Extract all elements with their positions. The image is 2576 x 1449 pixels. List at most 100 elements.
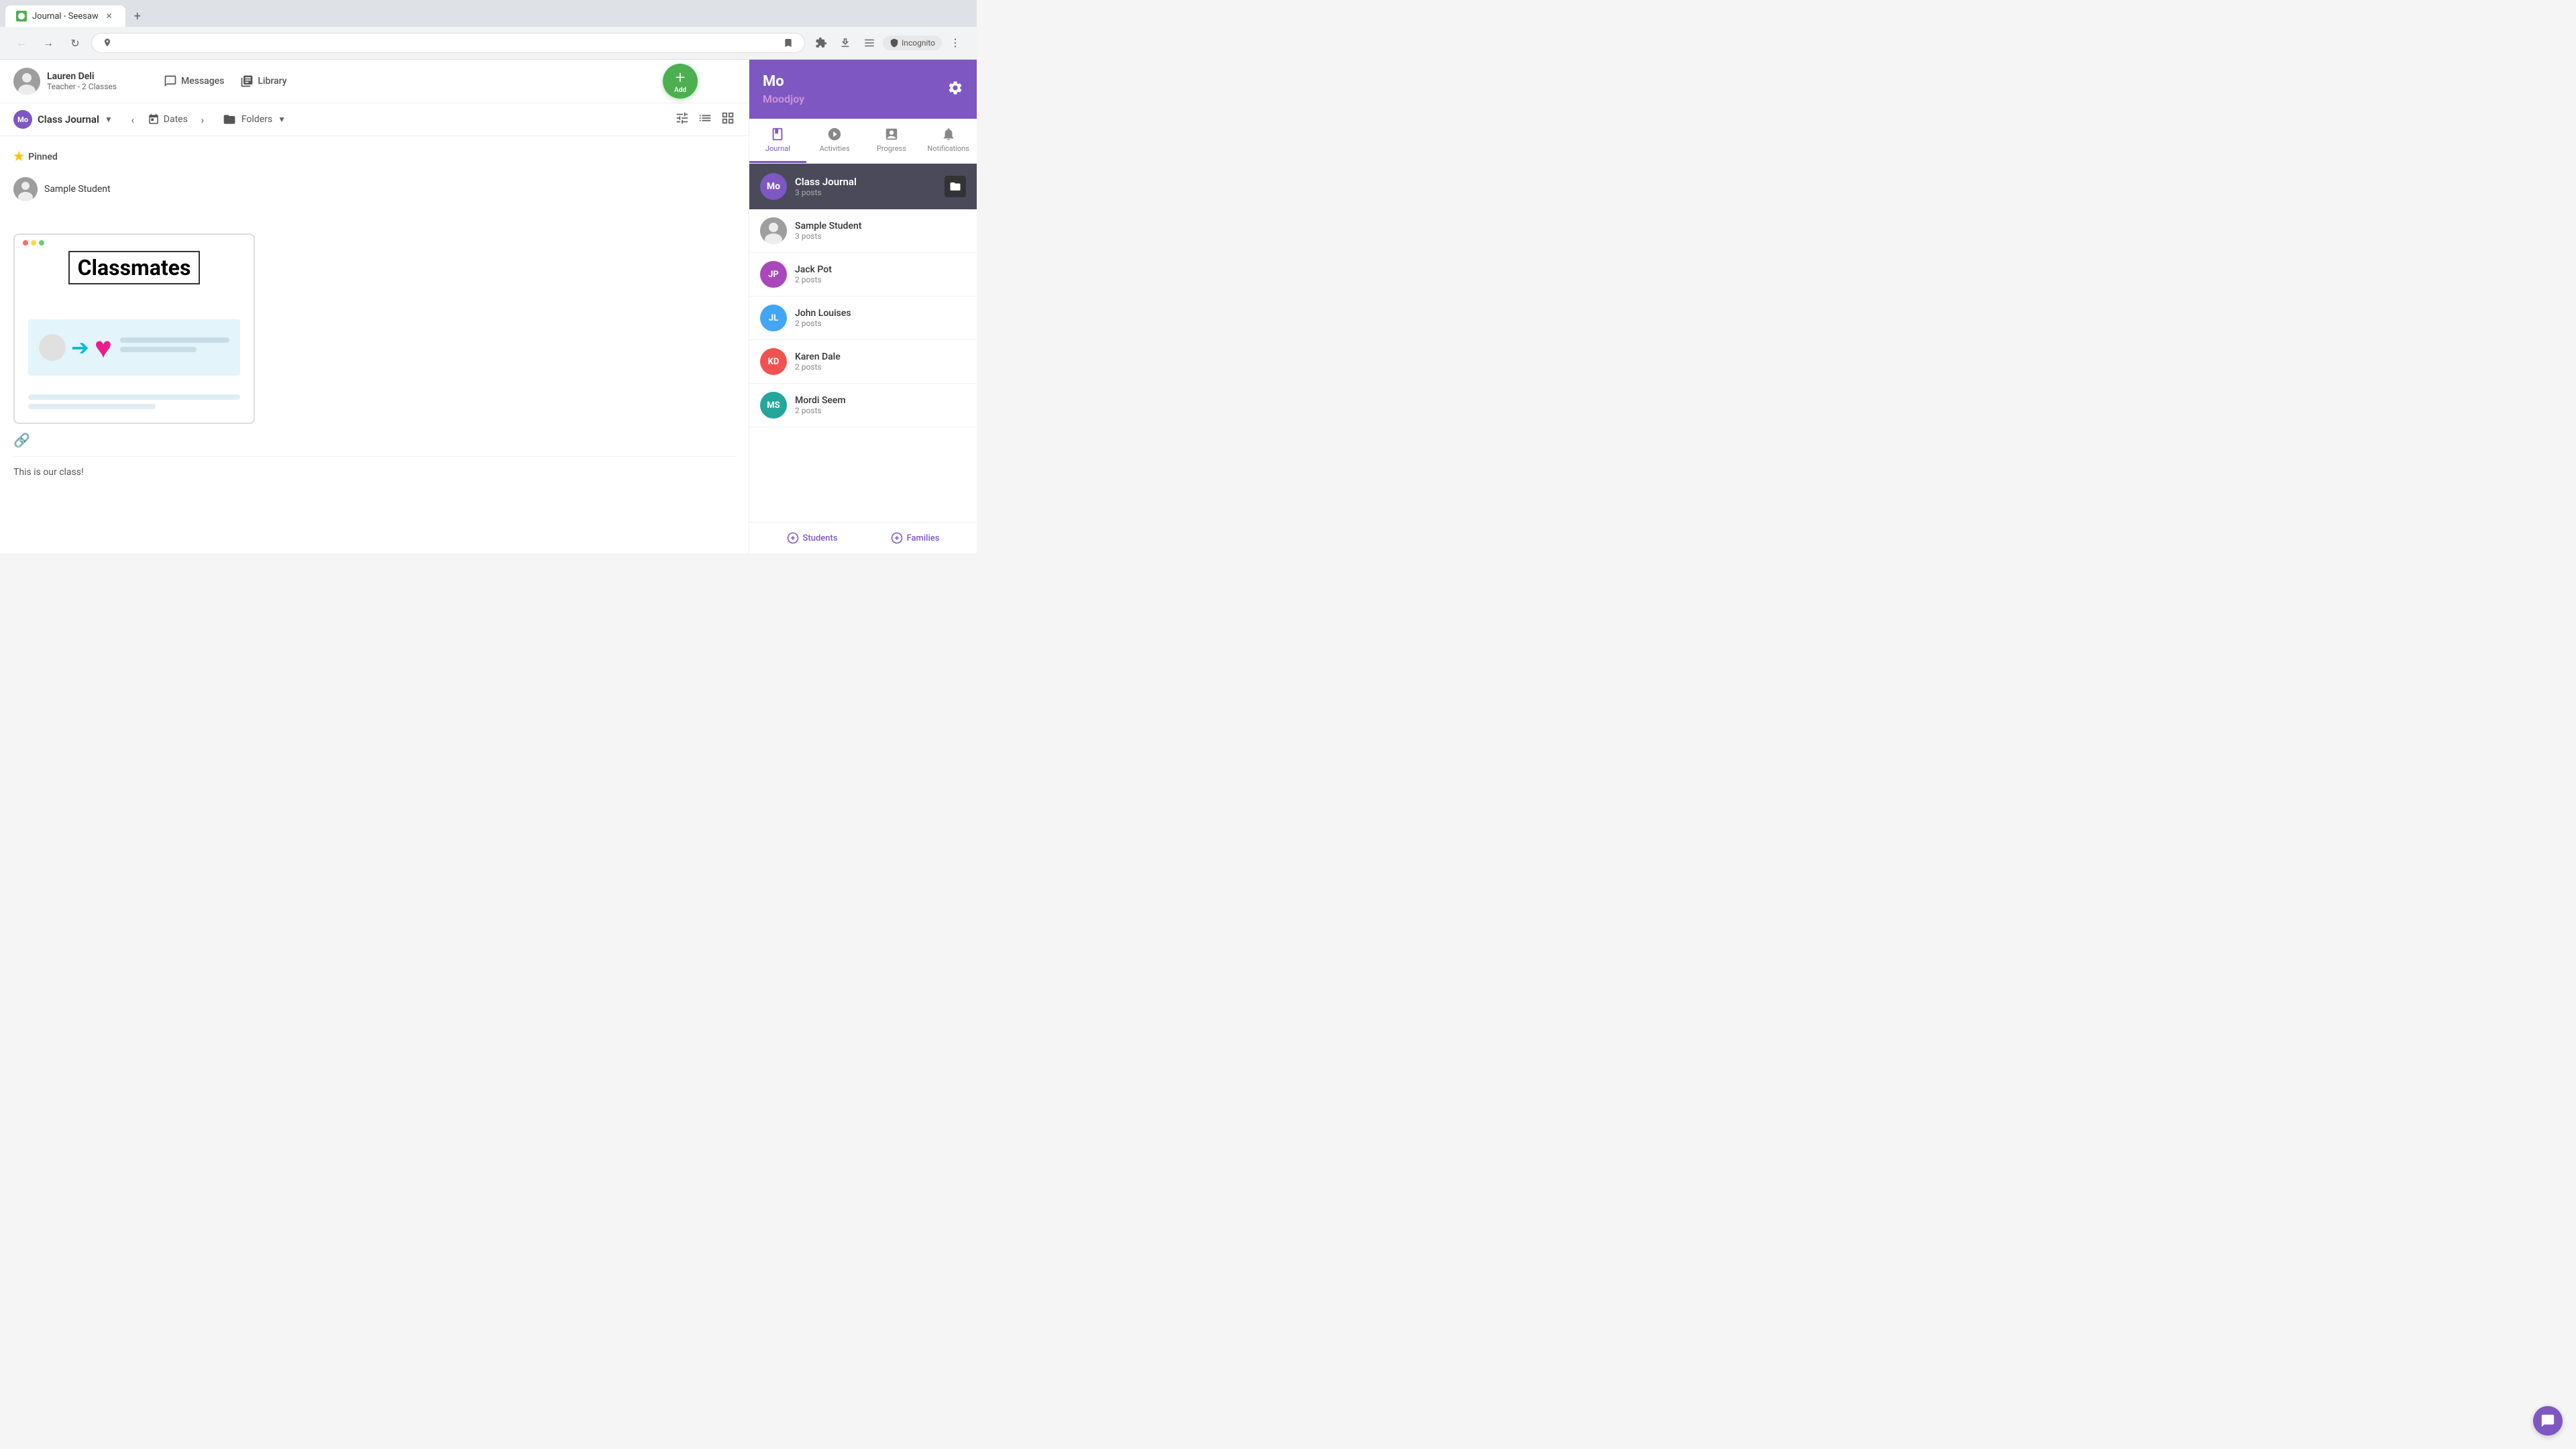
card-dots [15,235,254,251]
class-selector[interactable]: Mo Class Journal ▼ [13,110,113,129]
student-info-ss: Sample Student 3 posts [795,221,966,241]
student-list-item[interactable]: KD Karen Dale 2 posts [749,340,977,384]
class-journal-name: Class Journal [38,113,99,125]
list-view-button[interactable] [698,111,712,128]
extensions-button[interactable] [810,32,832,54]
student-list-item[interactable]: Sample Student 3 posts [749,209,977,253]
class-journal-info: Class Journal 3 posts [795,176,936,197]
student-avatar-jp: JP [760,261,787,288]
address-bar[interactable]: app.seesaw.me/#/class/class.e01bf4c2-9a2… [91,33,805,53]
tab-notifications[interactable]: Notifications [920,119,977,163]
tab-favicon [16,11,27,21]
card-inner: Classmates ➔ ♥ [15,251,254,423]
menu-button[interactable] [945,32,966,54]
folders-nav[interactable]: Folders ▼ [223,113,286,126]
back-button[interactable]: ← [11,32,32,54]
arrow-right-icon: ➔ [71,335,89,360]
refresh-button[interactable]: ↻ [64,32,86,54]
app-layout: Lauren Deli Teacher - 2 Classes Messages… [0,60,977,553]
student-list-item[interactable]: JP Jack Pot 2 posts [749,253,977,297]
dot-yellow [31,240,36,246]
chat-bubble-button[interactable] [2533,1406,2563,1436]
post-description: This is our class! [13,467,84,478]
student-info-ms: Mordi Seem 2 posts [795,395,966,415]
tab-bar: Journal - Seesaw ✕ + [0,0,977,27]
student-list-item[interactable]: MS Mordi Seem 2 posts [749,384,977,427]
add-button[interactable]: + Add [663,64,698,99]
url-input[interactable]: app.seesaw.me/#/class/class.e01bf4c2-9a2… [117,38,777,48]
post-card: Classmates ➔ ♥ [13,233,255,448]
card-lines [120,337,229,358]
person-silhouette [39,334,66,361]
user-avatar [13,68,40,95]
messages-nav-item[interactable]: Messages [164,74,224,88]
class-dropdown-arrow: ▼ [105,115,113,124]
new-tab-button[interactable]: + [128,7,147,25]
main-content: Lauren Deli Teacher - 2 Classes Messages… [0,60,749,553]
sidebar-class-info: Mo Moodjoy [763,73,804,105]
student-list-item[interactable]: JL John Louises 2 posts [749,297,977,340]
tab-notifications-label: Notifications [927,144,969,153]
students-button[interactable]: Students [787,532,838,544]
app-header: Lauren Deli Teacher - 2 Classes Messages… [0,60,749,103]
student-avatar-ms: MS [760,392,787,419]
header-nav: Messages Library [164,74,287,88]
incognito-badge: Incognito [883,36,942,50]
active-tab[interactable]: Journal - Seesaw ✕ [5,5,125,27]
sidebar-header: Mo Moodjoy [749,60,977,119]
messages-label: Messages [181,76,224,87]
student-avatar-jl: JL [760,305,787,331]
user-role: Teacher - 2 Classes [47,82,117,91]
class-journal-list-name: Class Journal [795,176,936,188]
pinned-label: ★ Pinned [13,150,735,164]
student-info-jp: Jack Pot 2 posts [795,264,966,284]
star-icon: ★ [13,150,24,164]
class-journal-posts: 3 posts [795,188,936,197]
filter-button[interactable] [675,111,690,128]
forward-button[interactable]: → [38,32,59,54]
date-forward-button[interactable]: › [193,110,212,129]
date-back-button[interactable]: ‹ [123,110,142,129]
nav-actions: Incognito [810,32,966,54]
student-name-ms: Mordi Seem [795,395,966,406]
sidebar-tabs: Journal Activities Progress Notification… [749,119,977,164]
close-tab-button[interactable]: ✕ [104,11,115,21]
student-posts-jp: 2 posts [795,275,966,284]
incognito-label: Incognito [902,38,935,48]
add-label: Add [674,87,686,94]
card-illustration: ➔ ♥ [28,306,240,389]
pinned-student-item[interactable]: Sample Student [13,172,735,207]
header-actions [675,111,735,128]
student-posts-jl: 2 posts [795,319,966,328]
journal-header: Mo Class Journal ▼ ‹ Dates › Folders ▼ [0,103,749,136]
download-button[interactable] [835,32,856,54]
sidebar-footer: Students Families [749,522,977,553]
tab-journal-label: Journal [765,144,790,153]
card-title-wrapper: Classmates [28,251,240,295]
browser-chrome: Journal - Seesaw ✕ + ← → ↻ app.seesaw.me… [0,0,977,60]
sample-student-name: Sample Student [44,184,111,195]
library-nav-item[interactable]: Library [240,74,286,88]
families-button[interactable]: Families [891,532,940,544]
student-avatar-ss [760,217,787,244]
class-journal-list-avatar: Mo [760,173,787,200]
tab-journal[interactable]: Journal [749,119,806,163]
tab-progress-label: Progress [877,144,906,153]
grid-view-button[interactable] [720,111,735,128]
card-title: Classmates [68,251,201,284]
folders-label: Folders [241,114,272,125]
sidebar-moodjoy: Moodjoy [763,93,804,105]
sidebar-settings-button[interactable] [947,80,963,99]
nav-bar: ← → ↻ app.seesaw.me/#/class/class.e01bf4… [0,27,977,59]
tab-progress[interactable]: Progress [863,119,920,163]
students-label: Students [803,533,838,543]
link-icon[interactable]: 🔗 [13,432,30,448]
class-journal-list-item[interactable]: Mo Class Journal 3 posts [749,164,977,209]
dates-label[interactable]: Dates [148,113,188,125]
sidebar-button[interactable] [859,32,880,54]
user-info: Lauren Deli Teacher - 2 Classes [13,68,148,95]
tab-activities[interactable]: Activities [806,119,863,163]
link-row: 🔗 [13,432,255,448]
families-label: Families [907,533,940,543]
student-posts-kd: 2 posts [795,362,966,372]
